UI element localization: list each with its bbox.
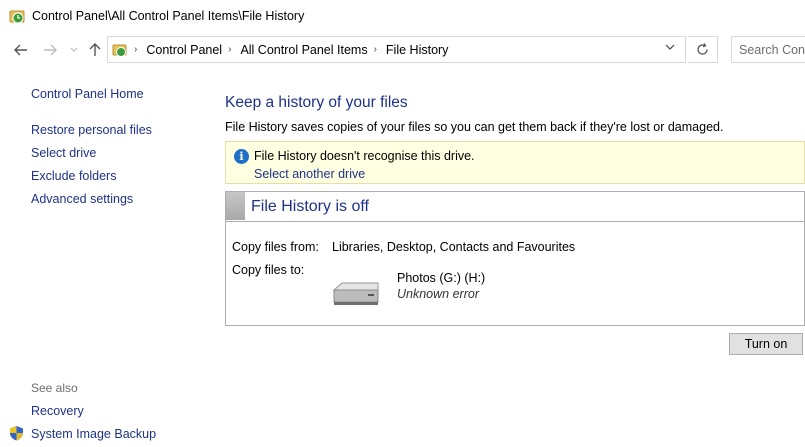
info-bar: i File History doesn't recognise this dr… [225, 141, 805, 184]
status-title: File History is off [251, 198, 369, 215]
navigation-bar: › Control Panel › All Control Panel Item… [0, 33, 805, 67]
select-another-drive-link[interactable]: Select another drive [254, 167, 365, 181]
turn-on-button[interactable]: Turn on [729, 333, 803, 355]
breadcrumb-chevron-icon[interactable]: › [134, 44, 137, 55]
breadcrumb-all-items[interactable]: All Control Panel Items [240, 43, 367, 57]
info-message: File History doesn't recognise this driv… [254, 149, 475, 163]
hard-drive-icon [332, 281, 380, 307]
page-description: File History saves copies of your files … [225, 120, 724, 134]
title-bar: Control Panel\All Control Panel Items\Fi… [0, 0, 805, 32]
copy-from-label: Copy files from: [232, 240, 319, 254]
breadcrumb-chevron-icon[interactable]: › [374, 44, 377, 55]
panel-divider [226, 221, 804, 222]
control-panel-icon [112, 42, 128, 58]
back-arrow-icon[interactable] [11, 40, 31, 60]
page-title: Keep a history of your files [225, 94, 408, 111]
drive-status: Unknown error [397, 287, 479, 301]
address-bar[interactable]: › Control Panel › All Control Panel Item… [107, 36, 686, 63]
forward-arrow-icon[interactable] [40, 40, 60, 60]
info-icon: i [234, 149, 249, 164]
address-dropdown-icon[interactable] [665, 43, 675, 54]
copy-from-value: Libraries, Desktop, Contacts and Favouri… [332, 240, 576, 254]
refresh-icon[interactable] [688, 36, 718, 63]
copy-to-label: Copy files to: [232, 263, 305, 277]
file-history-icon [9, 8, 26, 25]
advanced-settings-link[interactable]: Advanced settings [31, 192, 133, 206]
window-title: Control Panel\All Control Panel Items\Fi… [32, 9, 305, 23]
recovery-link[interactable]: Recovery [31, 404, 84, 418]
see-also-heading: See also [31, 381, 78, 395]
system-image-backup-link[interactable]: System Image Backup [31, 427, 156, 441]
drive-name: Photos (G:) (H:) [397, 271, 486, 285]
restore-personal-files-link[interactable]: Restore personal files [31, 123, 152, 137]
breadcrumb-file-history[interactable]: File History [386, 43, 449, 57]
breadcrumb-control-panel[interactable]: Control Panel [146, 43, 222, 57]
uac-shield-icon [9, 425, 24, 441]
status-indicator [226, 192, 245, 220]
exclude-folders-link[interactable]: Exclude folders [31, 169, 116, 183]
search-placeholder: Search Cont [739, 42, 805, 57]
breadcrumb-chevron-icon[interactable]: › [228, 44, 231, 55]
search-input[interactable]: Search Cont [731, 36, 805, 63]
status-panel: File History is off Copy files from: Lib… [225, 191, 805, 326]
up-arrow-icon[interactable] [85, 40, 105, 60]
select-drive-link[interactable]: Select drive [31, 146, 96, 160]
recent-locations-chevron-icon[interactable] [64, 40, 84, 60]
control-panel-home-link[interactable]: Control Panel Home [31, 87, 144, 101]
